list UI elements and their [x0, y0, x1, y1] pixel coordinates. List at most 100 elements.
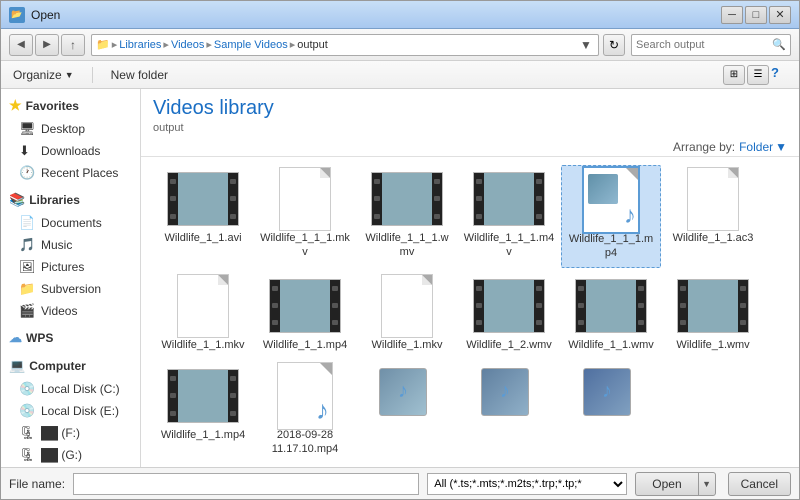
sidebar-libraries-header[interactable]: 📚 Libraries	[1, 188, 140, 212]
view-toggle-button[interactable]: ⊞	[723, 65, 745, 85]
filename-input[interactable]	[73, 473, 419, 495]
window-title: Open	[31, 8, 60, 22]
filetype-select[interactable]: All (*.ts;*.mts;*.m2ts;*.trp;*.tp;*	[427, 473, 627, 495]
downloads-icon: ⬇	[19, 143, 35, 159]
address-bar[interactable]: 📁 ▸ Libraries ▸ Videos ▸ Sample Videos ▸…	[91, 34, 599, 56]
file-item-selected[interactable]: ♪ Wildlife_1_1_1.mp4	[561, 165, 661, 268]
sidebar-item-subversion-label: Subversion	[41, 282, 101, 296]
file-item[interactable]: Wildlife_1_1.ac3	[663, 165, 763, 268]
file-item[interactable]: Wildlife_1_1.avi	[153, 165, 253, 268]
file-item[interactable]: Wildlife_1.wmv	[663, 272, 763, 358]
arrange-bar: Arrange by: Folder ▼	[141, 138, 799, 157]
new-folder-label: New folder	[111, 68, 168, 82]
sidebar-item-disk-e-label: Local Disk (E:)	[41, 404, 119, 418]
sidebar-libraries-section: 📚 Libraries 📄 Documents 🎵 Music 🖼 Pictur…	[1, 188, 140, 322]
arrange-value[interactable]: Folder ▼	[739, 140, 787, 154]
search-box[interactable]: 🔍	[631, 34, 791, 56]
desktop-icon: 🖥	[19, 121, 35, 137]
view-controls: ⊞ ☰ ?	[723, 65, 791, 85]
file-name: 2018-09-2811.17.10.mp4	[272, 428, 338, 457]
open-button-group: Open ▼	[635, 472, 715, 496]
wps-icon: ☁	[9, 330, 22, 346]
new-folder-button[interactable]: New folder	[107, 66, 172, 84]
sidebar-item-music[interactable]: 🎵 Music	[1, 234, 140, 256]
sidebar-item-documents[interactable]: 📄 Documents	[1, 212, 140, 234]
file-item[interactable]: ♪	[357, 362, 457, 463]
file-item[interactable]: Wildlife_1_1.mkv	[153, 272, 253, 358]
file-item[interactable]: Wildlife_1_1.mp4	[255, 272, 355, 358]
organize-button[interactable]: Organize ▼	[9, 66, 78, 84]
disk-e-icon: 💿	[19, 403, 35, 419]
open-button[interactable]: Open	[635, 472, 697, 496]
sidebar-item-downloads[interactable]: ⬇ Downloads	[1, 140, 140, 162]
sidebar-wps-header[interactable]: ☁ WPS	[1, 326, 140, 350]
open-dialog: 📂 Open ─ □ ✕ ◀ ▶ ↑ 📁 ▸ Libraries ▸ Video…	[0, 0, 800, 500]
maximize-button[interactable]: □	[745, 6, 767, 24]
file-name: Wildlife_1_1.ac3	[673, 231, 754, 245]
sidebar-item-drive-g[interactable]: 🗜 ██ (G:)	[1, 444, 140, 466]
up-button[interactable]: ↑	[61, 34, 85, 56]
path-sample-videos[interactable]: Sample Videos	[214, 39, 288, 51]
back-button[interactable]: ◀	[9, 34, 33, 56]
file-item[interactable]: ♪ 2018-09-2811.17.10.mp4	[255, 362, 355, 463]
drive-f-icon: 🗜	[19, 425, 35, 441]
search-input[interactable]	[636, 39, 772, 51]
file-name: Wildlife_1_1_1.wmv	[365, 231, 448, 260]
arrange-dropdown-icon: ▼	[775, 140, 787, 154]
file-name: Wildlife_1_1.wmv	[568, 338, 654, 352]
file-item[interactable]: Wildlife_1_1_1.m4v	[459, 165, 559, 268]
sidebar-item-videos[interactable]: 🎬 Videos	[1, 300, 140, 322]
sidebar-item-pictures[interactable]: 🖼 Pictures	[1, 256, 140, 278]
title-bar: 📂 Open ─ □ ✕	[1, 1, 799, 29]
sidebar-item-desktop-label: Desktop	[41, 122, 85, 136]
sidebar-item-disk-e[interactable]: 💿 Local Disk (E:)	[1, 400, 140, 422]
organize-label: Organize	[13, 68, 62, 82]
cancel-button[interactable]: Cancel	[728, 472, 791, 496]
file-name: Wildlife_1_1.mkv	[161, 338, 244, 352]
file-item[interactable]: Wildlife_1_1_1.wmv	[357, 165, 457, 268]
path-videos[interactable]: Videos	[171, 39, 204, 51]
file-item[interactable]: Wildlife_1_2.wmv	[459, 272, 559, 358]
computer-icon: 💻	[9, 358, 25, 374]
pictures-icon: 🖼	[19, 259, 35, 275]
address-dropdown-icon[interactable]: ▼	[580, 38, 594, 52]
view-details-button[interactable]: ☰	[747, 65, 769, 85]
recent-places-icon: 🕐	[19, 165, 35, 181]
file-name: Wildlife_1_1_1.mkv	[260, 231, 350, 260]
sidebar-item-disk-c[interactable]: 💿 Local Disk (C:)	[1, 378, 140, 400]
sidebar-item-drive-f-label: ██ (F:)	[41, 426, 80, 440]
minimize-button[interactable]: ─	[721, 6, 743, 24]
file-item[interactable]: ♪	[561, 362, 661, 463]
main-content: ★ Favorites 🖥 Desktop ⬇ Downloads 🕐 Rece…	[1, 89, 799, 467]
organize-arrow-icon: ▼	[65, 70, 74, 80]
path-libraries[interactable]: Libraries	[119, 39, 161, 51]
open-dropdown-arrow[interactable]: ▼	[698, 472, 716, 496]
search-icon: 🔍	[772, 38, 786, 51]
file-item[interactable]: Wildlife_1_1.mp4	[153, 362, 253, 463]
file-item[interactable]: Wildlife_1_1_1.mkv	[255, 165, 355, 268]
path-output[interactable]: output	[297, 39, 328, 51]
file-item[interactable]: Wildlife_1_1.wmv	[561, 272, 661, 358]
sidebar-item-desktop[interactable]: 🖥 Desktop	[1, 118, 140, 140]
sidebar-item-drive-f[interactable]: 🗜 ██ (F:)	[1, 422, 140, 444]
sidebar-libraries-label: Libraries	[29, 193, 80, 207]
file-item[interactable]: ♪	[459, 362, 559, 463]
sidebar-favorites-header[interactable]: ★ Favorites	[1, 93, 140, 118]
close-button[interactable]: ✕	[769, 6, 791, 24]
window-icon: 📂	[9, 7, 25, 23]
drive-g-icon: 🗜	[19, 447, 35, 463]
sidebar-computer-header[interactable]: 💻 Computer	[1, 354, 140, 378]
sidebar-item-drive-g-label: ██ (G:)	[41, 448, 82, 462]
sidebar-item-recent-places[interactable]: 🕐 Recent Places	[1, 162, 140, 184]
arrange-value-text: Folder	[739, 140, 773, 154]
help-button[interactable]: ?	[771, 65, 791, 85]
file-item[interactable]: Wildlife_1.mkv	[357, 272, 457, 358]
libraries-icon: 📚	[9, 192, 25, 208]
music-icon: 🎵	[19, 237, 35, 253]
bottom-bar: File name: All (*.ts;*.mts;*.m2ts;*.trp;…	[1, 467, 799, 499]
forward-button[interactable]: ▶	[35, 34, 59, 56]
sidebar-item-subversion[interactable]: 📁 Subversion	[1, 278, 140, 300]
refresh-button[interactable]: ↻	[603, 34, 625, 56]
sidebar-wps-section: ☁ WPS	[1, 326, 140, 350]
window-controls: ─ □ ✕	[721, 6, 791, 24]
